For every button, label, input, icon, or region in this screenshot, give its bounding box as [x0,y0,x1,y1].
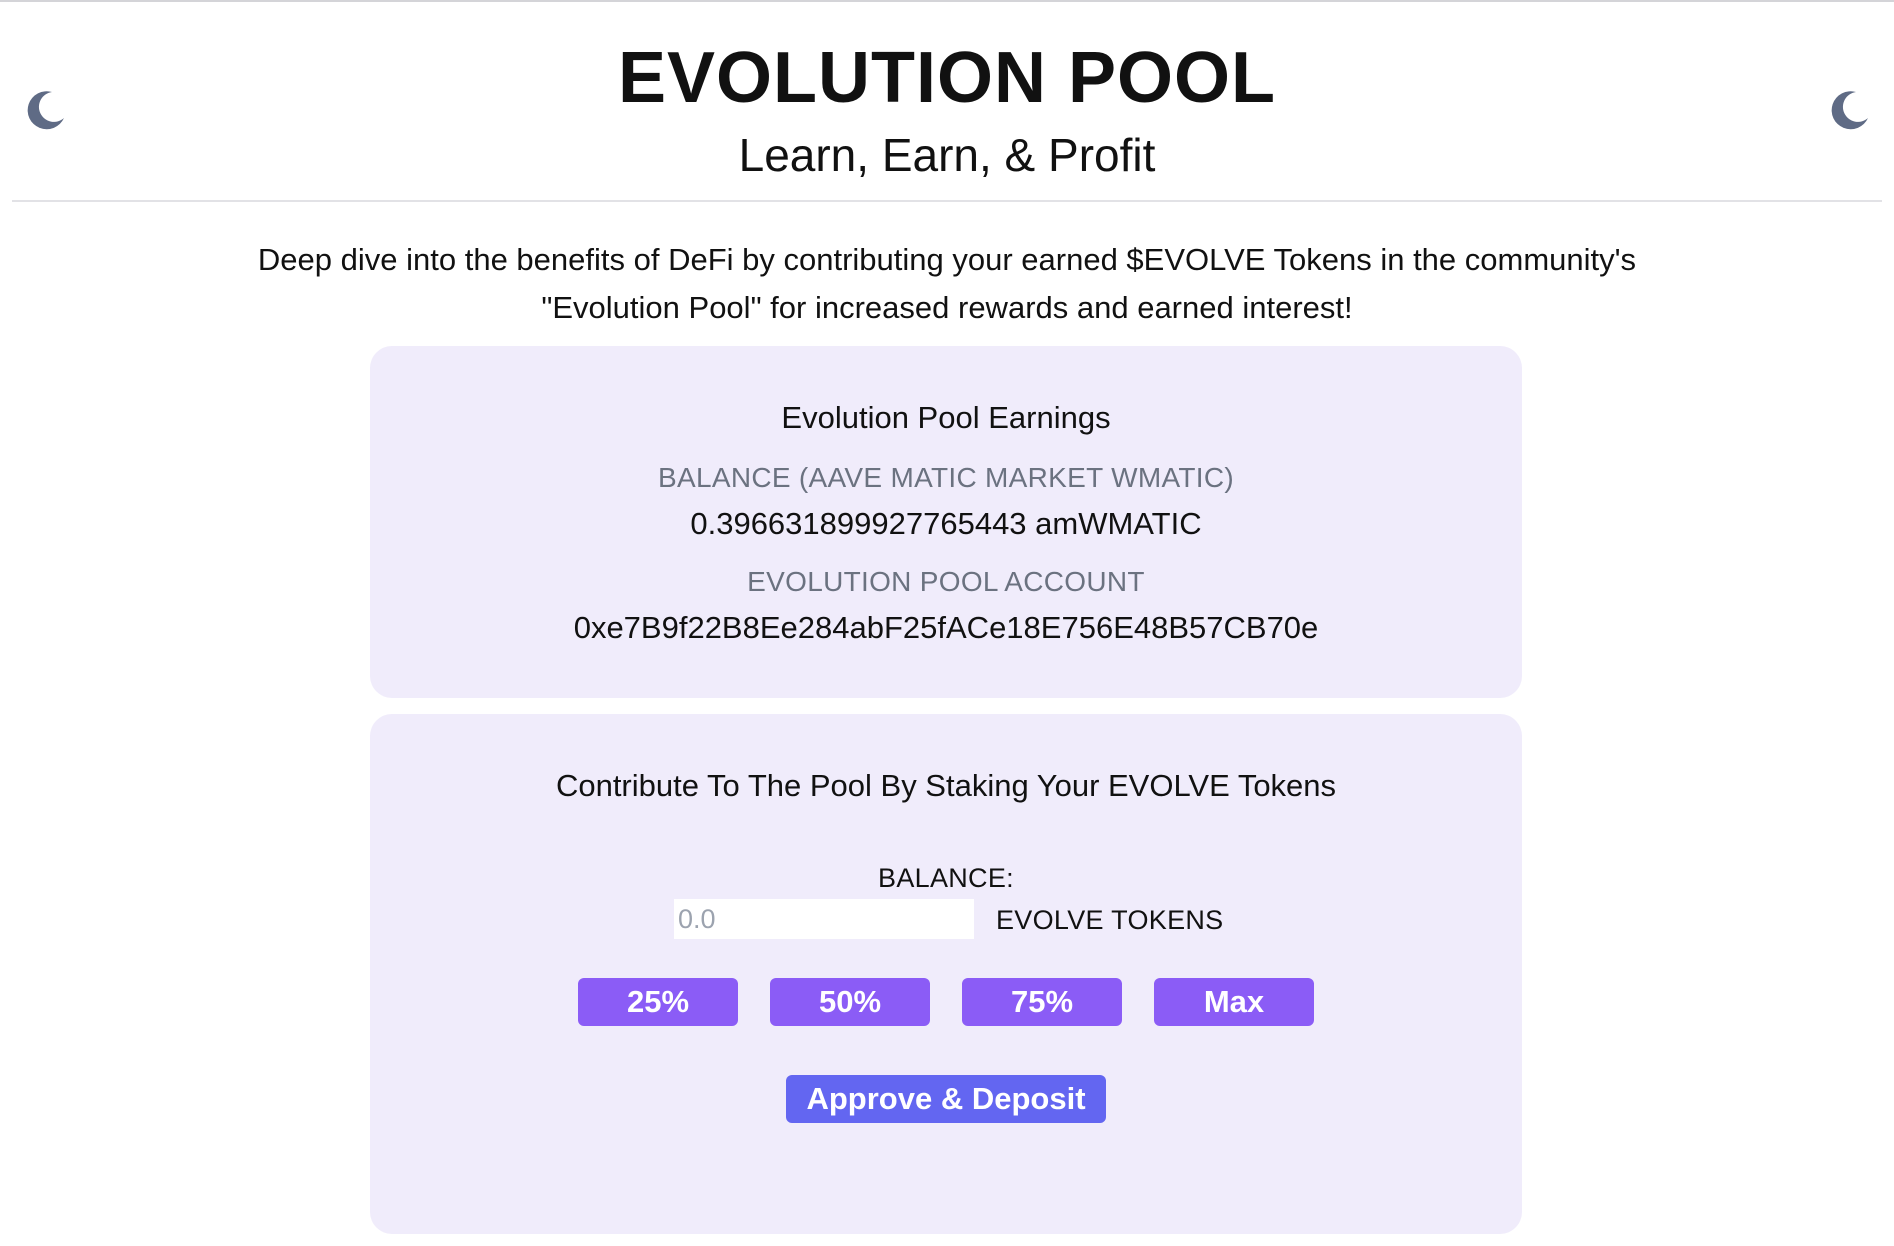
intro-line-2: "Evolution Pool" for increased rewards a… [541,290,1353,325]
stake-balance-label: BALANCE: [878,863,1014,893]
max-button[interactable]: Max [1154,978,1314,1026]
page-subtitle: Learn, Earn, & Profit [738,129,1156,181]
page-header: EVOLUTION POOL Learn, Earn, & Profit [12,2,1882,202]
pool-account-label: EVOLUTION POOL ACCOUNT [747,566,1145,597]
stake-card: Contribute To The Pool By Staking Your E… [370,714,1522,1234]
approve-deposit-button[interactable]: Approve & Deposit [786,1075,1106,1123]
percent-50-button[interactable]: 50% [770,978,930,1026]
percent-25-button[interactable]: 25% [578,978,738,1026]
page-title: EVOLUTION POOL [617,38,1277,118]
stake-amount-input[interactable] [674,899,974,939]
earnings-title: Evolution Pool Earnings [781,400,1111,435]
pool-account-value: 0xe7B9f22B8Ee284abF25fACe18E756E48B57CB7… [573,610,1319,645]
stake-unit-label: EVOLVE TOKENS [996,905,1224,935]
intro-line-1: Deep dive into the benefits of DeFi by c… [257,242,1637,277]
stake-title: Contribute To The Pool By Staking Your E… [555,768,1337,803]
percent-75-button[interactable]: 75% [962,978,1122,1026]
pool-balance-label: BALANCE (AAVE MATIC MARKET WMATIC) [658,462,1234,493]
pool-balance-value: 0.396631899927765443 amWMATIC [690,506,1202,541]
moon-icon[interactable] [1826,86,1872,132]
intro-text: Deep dive into the benefits of DeFi by c… [170,236,1724,332]
earnings-card: Evolution Pool Earnings BALANCE (AAVE MA… [370,346,1522,698]
